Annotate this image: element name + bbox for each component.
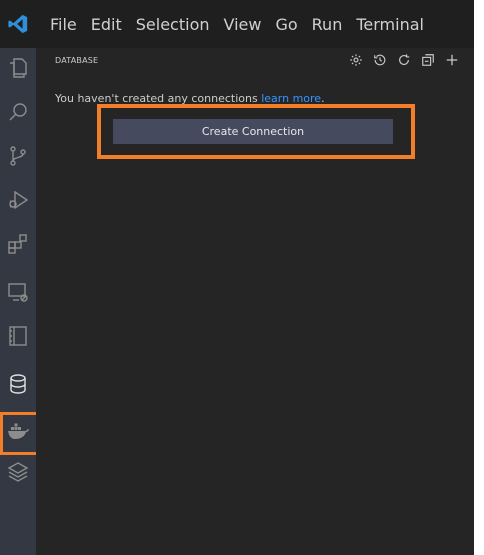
remote-explorer-icon[interactable] [0,274,36,310]
vscode-logo [0,0,36,48]
notebook-icon[interactable] [0,318,36,354]
settings-icon[interactable] [348,52,364,68]
extensions-icon[interactable] [0,226,36,262]
menu-selection[interactable]: Selection [136,15,210,34]
title-bar: File Edit Selection View Go Run Terminal [0,0,474,48]
menu-view[interactable]: View [224,15,262,34]
activity-bar [0,48,39,555]
collapse-all-icon[interactable] [420,52,436,68]
source-control-icon[interactable] [0,138,36,174]
sidebar-actions [348,52,460,68]
create-connection-button[interactable]: Create Connection [113,119,393,144]
active-item-highlight [0,412,39,455]
menu-file[interactable]: File [50,15,77,34]
refresh-icon[interactable] [396,52,412,68]
history-icon[interactable] [372,52,388,68]
add-icon[interactable] [444,52,460,68]
window-edge [474,0,484,555]
layers-icon[interactable] [0,454,36,490]
database-sidebar: DATABASE You haven't created any connect… [36,48,474,555]
database-icon[interactable] [0,366,36,402]
sidebar-title: DATABASE [55,56,99,65]
menu-terminal[interactable]: Terminal [356,15,424,34]
menu-run[interactable]: Run [312,15,343,34]
menu-edit[interactable]: Edit [91,15,122,34]
run-debug-icon[interactable] [0,182,36,218]
search-icon[interactable] [0,94,36,130]
explorer-icon[interactable] [0,50,36,86]
menu-go[interactable]: Go [275,15,297,34]
